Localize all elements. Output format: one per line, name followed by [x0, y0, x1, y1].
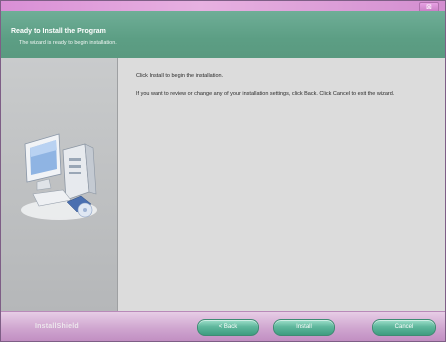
page-title: Ready to Install the Program	[11, 28, 106, 35]
instruction-text: Click Install to begin the installation.	[136, 73, 224, 79]
install-button[interactable]: Install	[273, 319, 335, 336]
installshield-logo: InstallShield	[35, 323, 79, 330]
page-subtitle: The wizard is ready to begin installatio…	[19, 40, 117, 46]
review-text: If you want to review or change any of y…	[136, 91, 395, 97]
computer-install-icon	[21, 133, 97, 220]
wizard-footer: InstallShield < Back Install Cancel	[1, 311, 445, 341]
window-title	[41, 2, 261, 10]
close-icon: ⊠	[426, 3, 432, 11]
back-button[interactable]: < Back	[197, 319, 259, 336]
wizard-content: Click Install to begin the installation.…	[118, 58, 445, 311]
left-side-panel	[1, 58, 118, 311]
installer-window: ⊠ Ready to Install the Program The wizar…	[0, 0, 446, 342]
wizard-header: Ready to Install the Program The wizard …	[1, 11, 445, 58]
cancel-button[interactable]: Cancel	[372, 319, 436, 336]
title-bar[interactable]: ⊠	[1, 1, 445, 13]
